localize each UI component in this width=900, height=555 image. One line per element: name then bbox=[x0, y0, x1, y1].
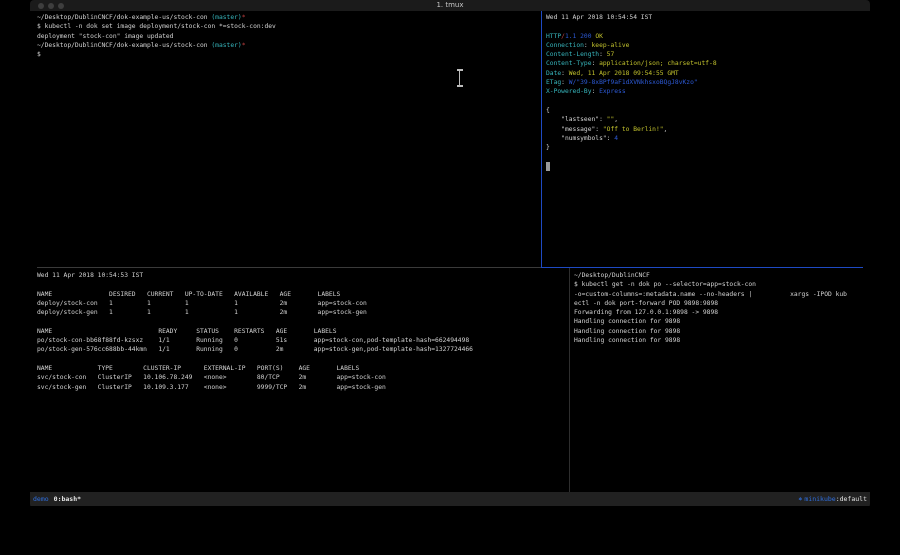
terminal-line: $ bbox=[37, 50, 276, 59]
terminal-line: NAME DESIRED CURRENT UP-TO-DATE AVAILABL… bbox=[37, 290, 473, 299]
ibeam-stem bbox=[459, 70, 461, 86]
session-name: demo bbox=[33, 492, 49, 506]
terminal-line: { bbox=[546, 106, 717, 115]
block-text-cursor bbox=[546, 162, 550, 171]
ibeam-bottom-serif bbox=[457, 85, 463, 87]
terminal-line: deploy/stock-con 1 1 1 1 2m app=stock-co… bbox=[37, 299, 473, 308]
terminal-line bbox=[546, 152, 717, 161]
ibeam-mouse-cursor bbox=[456, 69, 463, 87]
terminal-line: Handling connection for 9898 bbox=[574, 327, 847, 336]
terminal-line: Wed 11 Apr 2018 10:54:53 IST bbox=[37, 271, 473, 280]
window-tab-bash[interactable]: 0:bash* bbox=[54, 492, 81, 506]
terminal-line: ~/Desktop/DublinCNCF/dok-example-us/stoc… bbox=[37, 41, 276, 50]
terminal-line: Content-Length: 57 bbox=[546, 50, 717, 59]
helm-icon: ⎈ bbox=[798, 492, 802, 506]
terminal-line: Wed 11 Apr 2018 10:54:54 IST bbox=[546, 13, 717, 22]
pane-divider-horizontal-right[interactable] bbox=[541, 267, 863, 268]
terminal-line: ETag: W/"39-8xBPf9aF1dXVNkhsxoBQgJ8vKzo" bbox=[546, 78, 717, 87]
terminal-line: Handling connection for 9898 bbox=[574, 317, 847, 326]
terminal-line: ~/Desktop/DublinCNCF/dok-example-us/stoc… bbox=[37, 13, 276, 22]
terminal-line: ~/Desktop/DublinCNCF bbox=[574, 271, 847, 280]
terminal-line: po/stock-gen-576cc688bb-44kmn 1/1 Runnin… bbox=[37, 345, 473, 354]
terminal-line: Connection: keep-alive bbox=[546, 41, 717, 50]
kube-namespace: :default bbox=[836, 492, 867, 506]
terminal-line: NAME TYPE CLUSTER-IP EXTERNAL-IP PORT(S)… bbox=[37, 364, 473, 373]
terminal-line: Handling connection for 9898 bbox=[574, 336, 847, 345]
pane-port-forward-bottom-right[interactable]: ~/Desktop/DublinCNCF$ kubectl get -n dok… bbox=[574, 271, 847, 345]
terminal-window: 1. tmux ~/Desktop/DublinCNCF/dok-example… bbox=[30, 0, 870, 509]
terminal-line: ectl -n dok port-forward POD 9898:9898 bbox=[574, 299, 847, 308]
pane-http-response-top-right[interactable]: Wed 11 Apr 2018 10:54:54 IST HTTP/1.1 20… bbox=[546, 13, 717, 171]
window-title: 1. tmux bbox=[30, 0, 870, 11]
pane-kubectl-get-bottom-left[interactable]: Wed 11 Apr 2018 10:54:53 IST NAME DESIRE… bbox=[37, 271, 473, 392]
terminal-line: Content-Type: application/json; charset=… bbox=[546, 59, 717, 68]
kube-context: minikube bbox=[804, 492, 835, 506]
terminal-line: "numsymbols": 4 bbox=[546, 134, 717, 143]
terminal-line: deployment "stock-con" image updated bbox=[37, 32, 276, 41]
titlebar[interactable]: 1. tmux bbox=[30, 0, 870, 11]
terminal-line: Forwarding from 127.0.0.1:9898 -> 9898 bbox=[574, 308, 847, 317]
terminal-line: HTTP/1.1 200 OK bbox=[546, 32, 717, 41]
terminal-line: deploy/stock-gen 1 1 1 1 2m app=stock-ge… bbox=[37, 308, 473, 317]
tmux-status-bar: demo 0:bash* ⎈ minikube :default bbox=[30, 492, 870, 506]
pane-shell-top-left[interactable]: ~/Desktop/DublinCNCF/dok-example-us/stoc… bbox=[37, 13, 276, 59]
terminal-line: NAME READY STATUS RESTARTS AGE LABELS bbox=[37, 327, 473, 336]
terminal-line: Date: Wed, 11 Apr 2018 09:54:55 GMT bbox=[546, 69, 717, 78]
terminal-line: } bbox=[546, 143, 717, 152]
terminal-line bbox=[37, 355, 473, 364]
pane-divider-horizontal-left[interactable] bbox=[37, 267, 541, 268]
pane-divider-vertical-top[interactable] bbox=[541, 11, 542, 268]
pane-divider-vertical-bottom[interactable] bbox=[569, 268, 570, 492]
terminal-line: $ kubectl get -n dok po --selector=app=s… bbox=[574, 280, 847, 289]
terminal-line bbox=[37, 280, 473, 289]
terminal-line bbox=[546, 97, 717, 106]
terminal-line bbox=[546, 22, 717, 31]
terminal-line: "lastseen": "", bbox=[546, 115, 717, 124]
terminal-line: svc/stock-con ClusterIP 10.106.78.249 <n… bbox=[37, 373, 473, 382]
terminal-line: svc/stock-gen ClusterIP 10.109.3.177 <no… bbox=[37, 383, 473, 392]
terminal-line: X-Powered-By: Express bbox=[546, 87, 717, 96]
terminal-line bbox=[546, 162, 717, 171]
terminal-line: -o=custom-columns=:metadata.name --no-he… bbox=[574, 290, 847, 299]
terminal-line: "message": "Off to Berlin!", bbox=[546, 125, 717, 134]
terminal-line: po/stock-con-bb68f88fd-kzsxz 1/1 Running… bbox=[37, 336, 473, 345]
terminal-line: $ kubectl -n dok set image deployment/st… bbox=[37, 22, 276, 31]
terminal-line bbox=[37, 317, 473, 326]
